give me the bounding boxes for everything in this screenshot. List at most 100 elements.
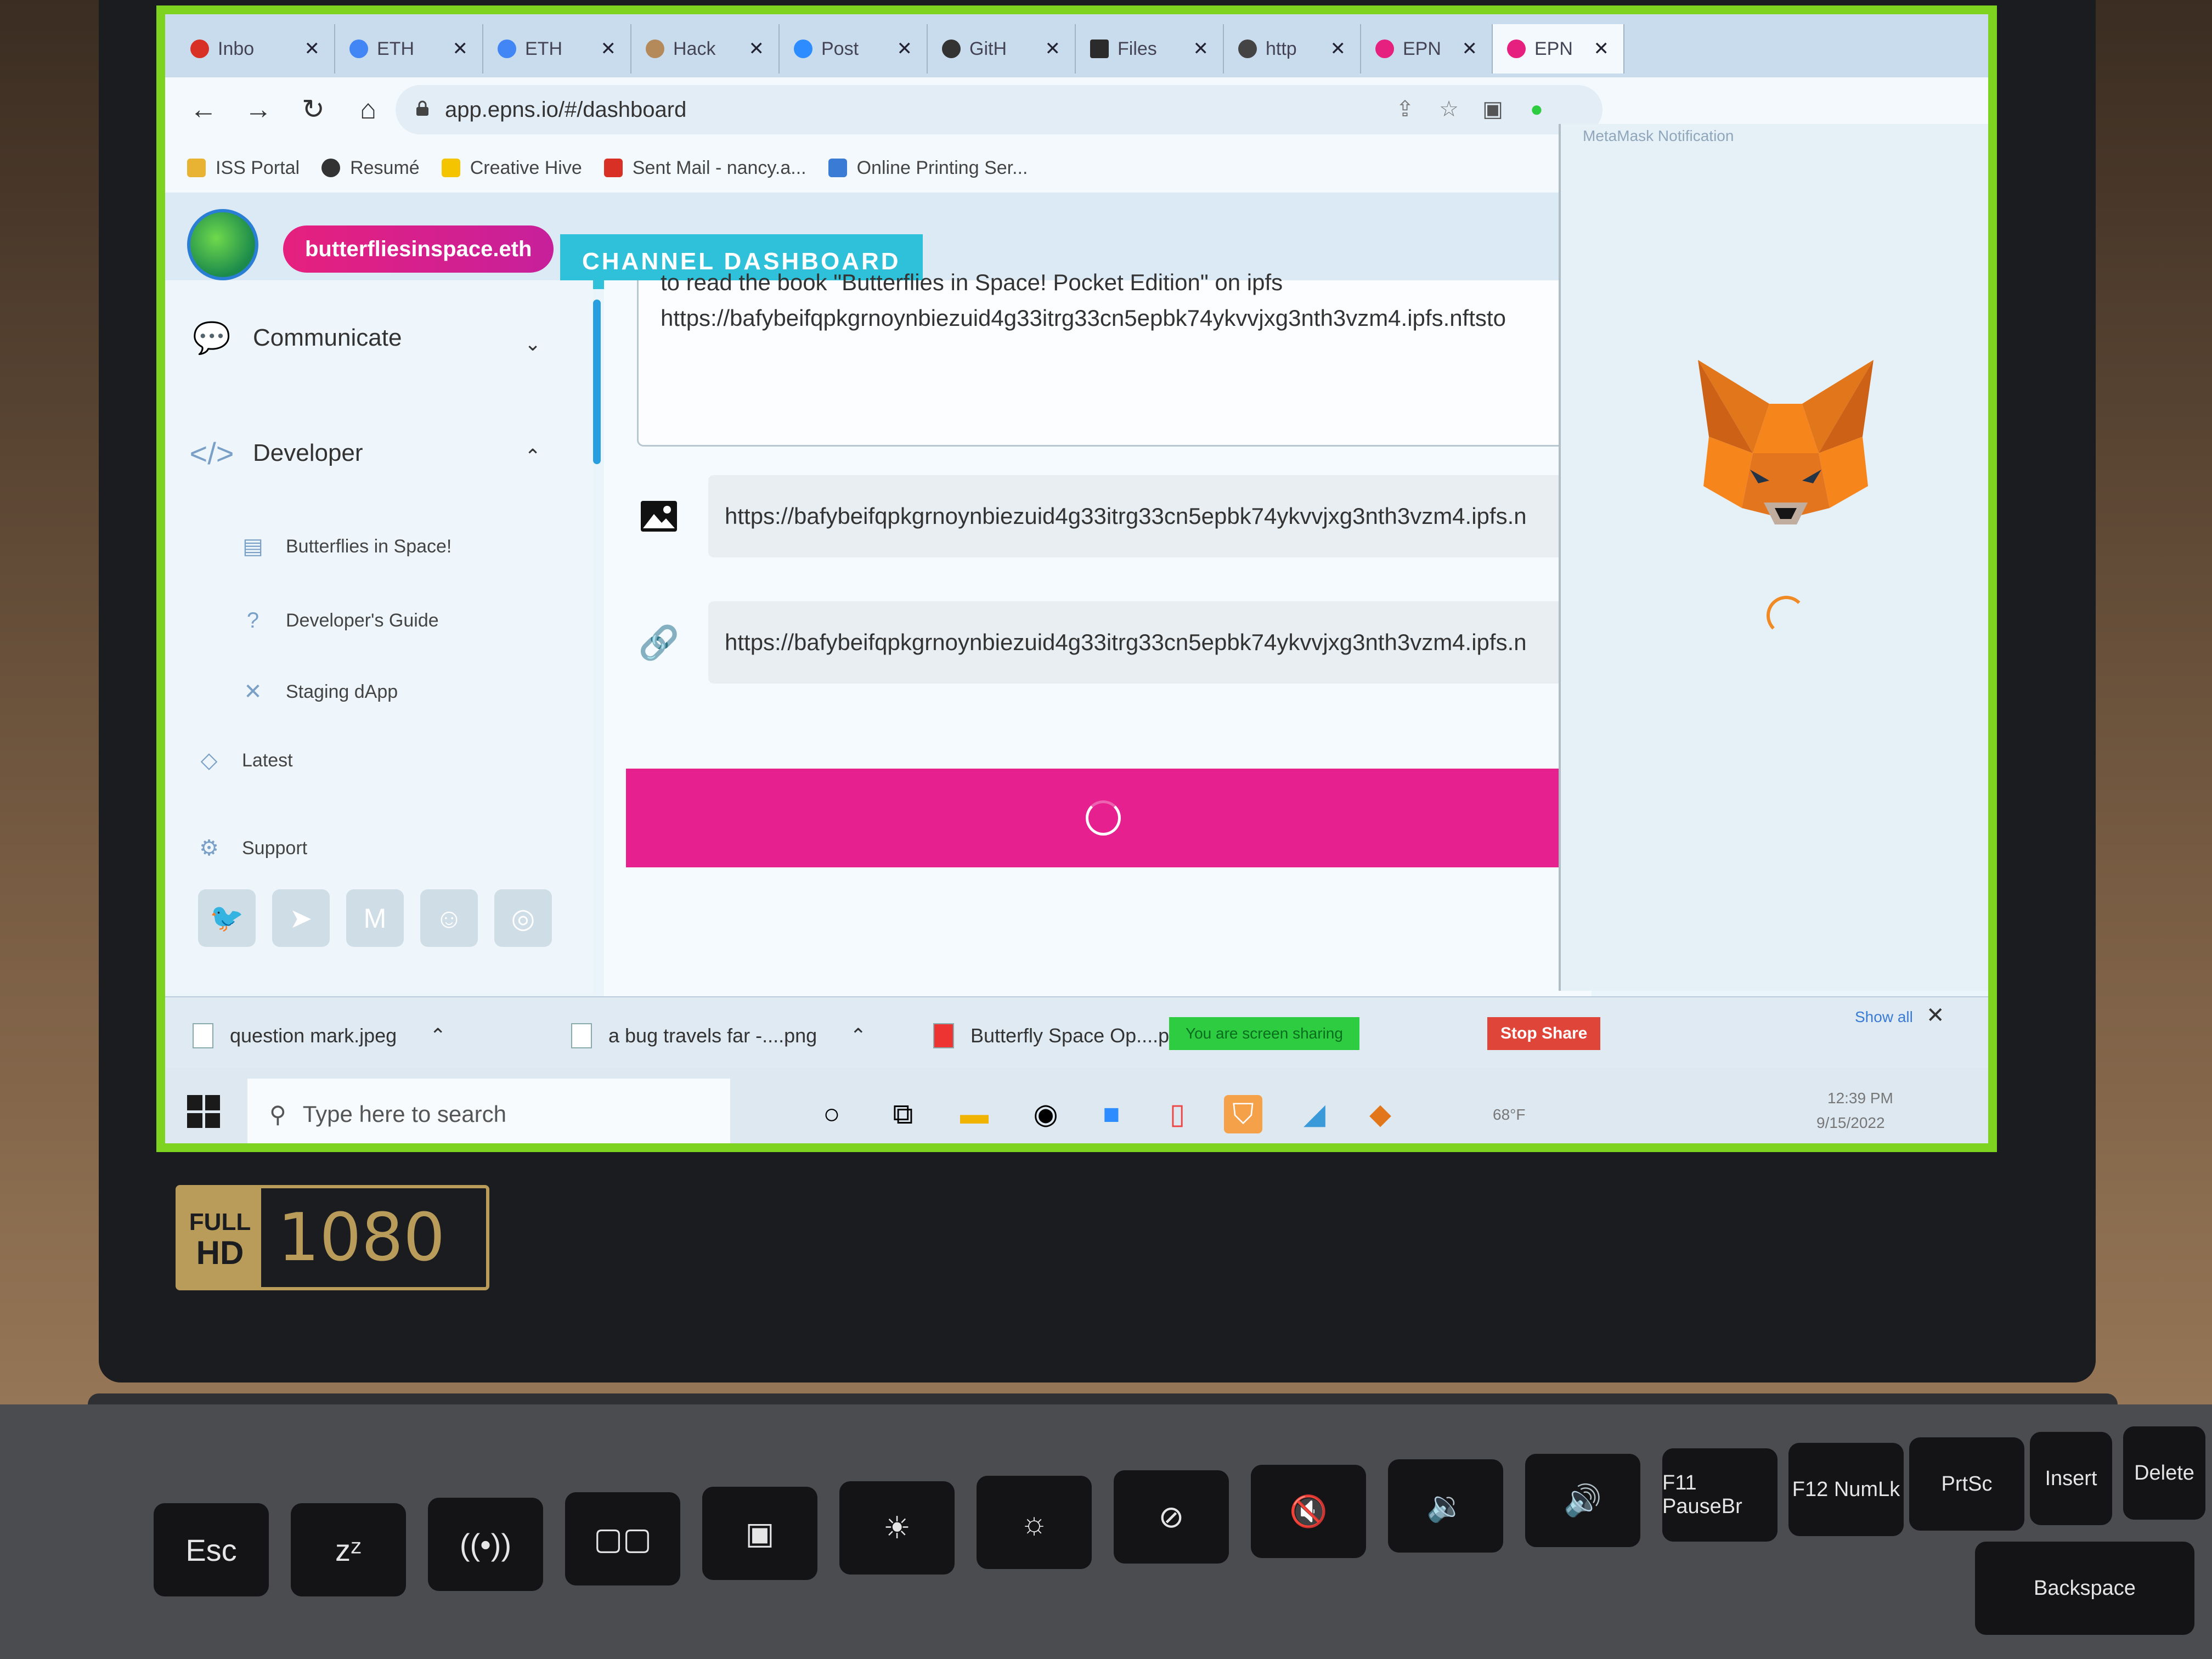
tab-http[interactable]: http ✕ bbox=[1224, 24, 1361, 74]
key-esc[interactable]: Esc bbox=[154, 1503, 269, 1596]
back-icon[interactable]: ← bbox=[182, 87, 225, 131]
close-icon[interactable]: ✕ bbox=[1045, 38, 1061, 60]
clock-time[interactable]: 12:39 PM bbox=[1827, 1090, 1893, 1107]
tab-hack[interactable]: Hack ✕ bbox=[631, 24, 780, 74]
tab-github[interactable]: GitH ✕ bbox=[928, 24, 1076, 74]
bookmark-sent-mail[interactable]: Sent Mail - nancy.a... bbox=[603, 157, 806, 179]
github-icon bbox=[942, 40, 961, 58]
task-view-icon[interactable]: ⧉ bbox=[884, 1095, 922, 1133]
share-icon[interactable]: ⇪ bbox=[1383, 87, 1427, 131]
tab-epns-1[interactable]: EPN ✕ bbox=[1361, 24, 1493, 74]
key-prtsc[interactable]: PrtSc bbox=[1909, 1437, 2024, 1531]
sidebar-item-support[interactable]: ⚙ Support bbox=[193, 829, 307, 867]
tab-label: EPN bbox=[1534, 38, 1573, 59]
metamask-loading-spinner-icon bbox=[1767, 596, 1806, 635]
tab-gmail[interactable]: Inbo ✕ bbox=[176, 24, 335, 74]
key-f8[interactable]: 🔇 bbox=[1251, 1465, 1366, 1558]
key-f10[interactable]: 🔊 bbox=[1525, 1454, 1640, 1547]
bookmark-iss-portal[interactable]: ISS Portal bbox=[187, 157, 300, 179]
sidebar-item-developers-guide[interactable]: ? Developer's Guide bbox=[236, 601, 439, 640]
telegram-icon[interactable]: ➤ bbox=[272, 889, 330, 947]
weather-temperature[interactable]: 68°F bbox=[1493, 1106, 1525, 1124]
message-textarea[interactable]: to read the book "Butterflies in Space! … bbox=[637, 269, 1573, 447]
stop-share-button[interactable]: Stop Share bbox=[1487, 1017, 1601, 1050]
chevron-up-icon[interactable]: ⌃ bbox=[524, 445, 541, 468]
cortana-icon[interactable]: ○ bbox=[812, 1095, 851, 1133]
close-icon[interactable]: ✕ bbox=[1926, 1003, 1945, 1028]
tab-eth-2[interactable]: ETH ✕ bbox=[483, 24, 631, 74]
sidebar-item-communicate[interactable]: 💬 Communicate bbox=[187, 319, 402, 357]
profile-icon[interactable]: ● bbox=[1515, 87, 1559, 131]
tab-post[interactable]: Post ✕ bbox=[780, 24, 928, 74]
windows-start-icon[interactable] bbox=[187, 1095, 220, 1128]
chrome-icon[interactable]: ◉ bbox=[1026, 1095, 1065, 1133]
key-f4[interactable]: ▣ bbox=[702, 1487, 817, 1580]
star-icon[interactable]: ☆ bbox=[1427, 87, 1471, 131]
home-icon[interactable]: ⌂ bbox=[346, 87, 390, 131]
app-icon[interactable]: ▯ bbox=[1158, 1095, 1197, 1133]
extension-icon[interactable]: ▣ bbox=[1471, 87, 1515, 131]
zoom-icon[interactable]: ■ bbox=[1092, 1095, 1131, 1133]
metamask-taskbar-icon[interactable]: ◆ bbox=[1361, 1095, 1400, 1133]
key-backspace[interactable]: Backspace bbox=[1975, 1542, 2194, 1635]
sidebar-item-label: Developer's Guide bbox=[286, 610, 439, 631]
sidebar-scrollbar[interactable] bbox=[593, 300, 601, 464]
close-icon[interactable]: ✕ bbox=[453, 38, 469, 60]
key-f5[interactable]: ☀ bbox=[839, 1481, 955, 1575]
download-item[interactable]: Butterfly Space Op....pdf bbox=[933, 1014, 1186, 1058]
key-f11-pausebr[interactable]: F11 PauseBr bbox=[1662, 1448, 1778, 1542]
chevron-up-icon[interactable]: ⌃ bbox=[430, 1024, 446, 1047]
key-delete[interactable]: Delete bbox=[2123, 1426, 2205, 1520]
show-all-link[interactable]: Show all bbox=[1855, 1008, 1913, 1026]
reload-icon[interactable]: ↻ bbox=[291, 87, 335, 131]
channel-icon: ▤ bbox=[242, 534, 263, 558]
send-notification-button[interactable] bbox=[626, 769, 1581, 867]
sidebar-item-developer[interactable]: </> Developer bbox=[187, 434, 363, 472]
avatar-icon bbox=[646, 40, 664, 58]
bookmark-creative-hive[interactable]: Creative Hive bbox=[441, 157, 582, 179]
key-f9[interactable]: 🔉 bbox=[1388, 1459, 1503, 1553]
key-f6[interactable]: ☼ bbox=[977, 1476, 1092, 1569]
github-icon[interactable]: ◎ bbox=[494, 889, 552, 947]
close-icon[interactable]: ✕ bbox=[1594, 38, 1610, 60]
close-icon[interactable]: ✕ bbox=[749, 38, 765, 60]
bookmark-online-printing[interactable]: Online Printing Ser... bbox=[828, 157, 1028, 179]
sidebar-item-staging-dapp[interactable]: ✕ Staging dApp bbox=[236, 673, 398, 711]
key-f12-numlk[interactable]: F12 NumLk bbox=[1788, 1443, 1904, 1536]
tab-epns-2-active[interactable]: EPN ✕ bbox=[1493, 24, 1624, 74]
key-f7[interactable]: ⊘ bbox=[1114, 1470, 1229, 1564]
close-icon[interactable]: ✕ bbox=[897, 38, 913, 60]
taskbar-search-input[interactable]: ⚲ Type here to search bbox=[247, 1079, 730, 1143]
forward-icon[interactable]: → bbox=[236, 87, 280, 131]
cta-url-input[interactable]: https://bafybeifqpkgrnoynbiezuid4g33itrg… bbox=[708, 601, 1570, 684]
key-f3[interactable]: ▢▢ bbox=[565, 1492, 680, 1585]
close-icon[interactable]: ✕ bbox=[304, 38, 320, 60]
search-icon: ⚲ bbox=[269, 1101, 286, 1127]
download-item[interactable]: a bug travels far -....png ⌃ bbox=[571, 1014, 866, 1058]
bookmark-resume[interactable]: Resumé bbox=[321, 157, 420, 179]
close-icon[interactable]: ✕ bbox=[1193, 38, 1209, 60]
close-icon[interactable]: ✕ bbox=[601, 38, 617, 60]
sidebar-item-butterflies[interactable]: ▤ Butterflies in Space! bbox=[236, 527, 452, 566]
clock-date[interactable]: 9/15/2022 bbox=[1816, 1114, 1885, 1132]
twitter-icon[interactable]: 🐦 bbox=[198, 889, 256, 947]
sidebar-item-latest[interactable]: ◇ Latest bbox=[193, 741, 293, 780]
image-url-input[interactable]: https://bafybeifqpkgrnoynbiezuid4g33itrg… bbox=[708, 475, 1570, 557]
chevron-down-icon[interactable]: ⌄ bbox=[524, 332, 541, 356]
download-item[interactable]: question mark.jpeg ⌃ bbox=[193, 1014, 446, 1058]
chevron-up-icon[interactable]: ⌃ bbox=[850, 1024, 866, 1047]
discord-icon[interactable]: ☺ bbox=[420, 889, 478, 947]
tab-files[interactable]: Files ✕ bbox=[1076, 24, 1224, 74]
key-insert[interactable]: Insert bbox=[2030, 1432, 2112, 1525]
close-icon[interactable]: ✕ bbox=[1462, 38, 1478, 60]
brave-icon[interactable]: ⛉ bbox=[1224, 1095, 1262, 1133]
medium-icon[interactable]: M bbox=[346, 889, 404, 947]
file-explorer-icon[interactable]: ▬ bbox=[955, 1095, 994, 1133]
ens-name-pill[interactable]: butterfliesinspace.eth bbox=[283, 225, 554, 273]
close-icon[interactable]: ✕ bbox=[1330, 38, 1346, 60]
app-icon[interactable]: ◢ bbox=[1295, 1095, 1334, 1133]
key-f1[interactable]: zᶻ bbox=[291, 1503, 406, 1596]
key-f2[interactable]: ((•)) bbox=[428, 1498, 543, 1591]
tab-eth-1[interactable]: ETH ✕ bbox=[335, 24, 483, 74]
epns-logo-icon[interactable] bbox=[187, 209, 258, 280]
